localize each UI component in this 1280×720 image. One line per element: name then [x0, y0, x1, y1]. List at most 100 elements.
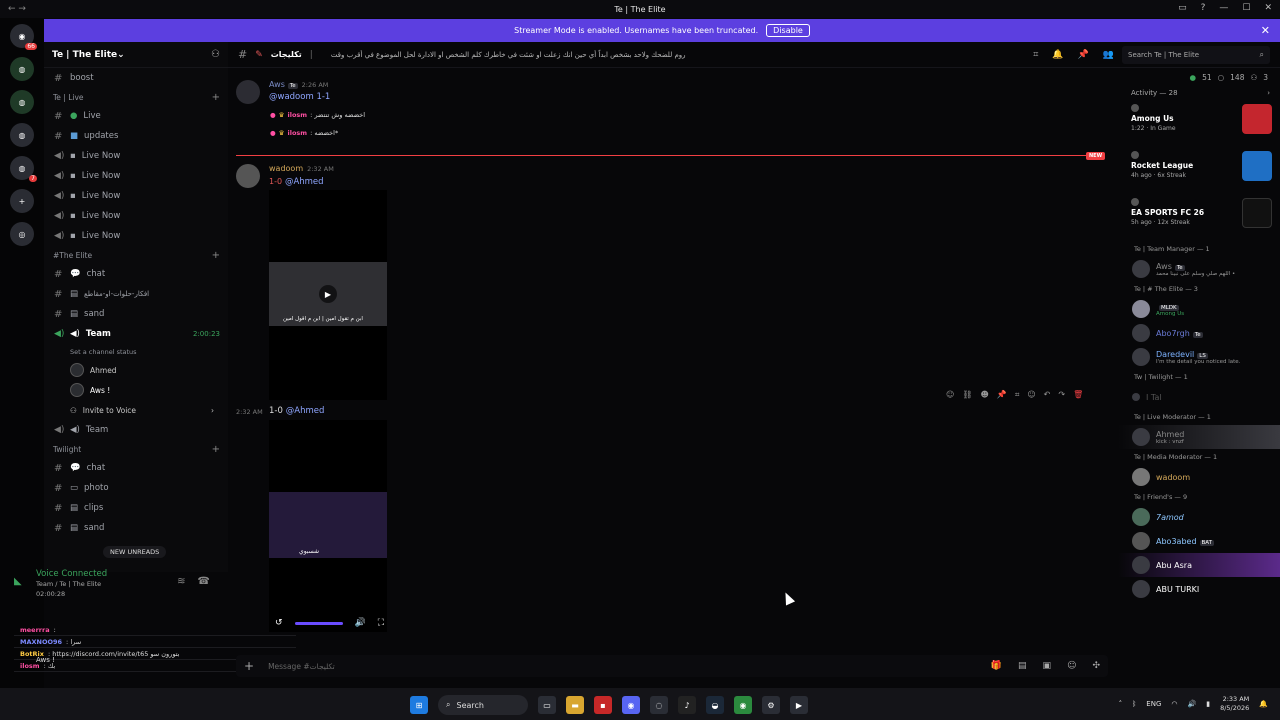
discord-home-icon[interactable]: ◉ 66 — [10, 24, 37, 50]
battery-icon[interactable]: ▮ — [1206, 700, 1210, 708]
link-icon[interactable]: ⛓ — [962, 390, 972, 404]
channel-boost[interactable]: # boost — [44, 68, 228, 88]
video-attachment[interactable]: ▶ ابن م تقول امين | ابن م اقول امين — [269, 190, 387, 400]
voice-user[interactable]: Aws ! — [44, 380, 228, 400]
channel-status[interactable]: Set a channel status — [44, 344, 228, 360]
search-input[interactable]: Search Te | The Elite ⌕ — [1122, 45, 1270, 64]
chevron-up-icon[interactable]: ˄ — [1119, 700, 1123, 708]
category-elite[interactable]: #The Elite + — [44, 246, 228, 264]
volume-icon[interactable]: 🔊 — [1188, 700, 1197, 708]
help-icon[interactable]: ? — [1201, 3, 1206, 13]
member[interactable]: Ahmed kick : vnzf — [1118, 425, 1280, 449]
wifi-icon[interactable]: ◠ — [1171, 700, 1177, 708]
tiktok-icon[interactable]: ♪ — [678, 696, 696, 714]
fullscreen-icon[interactable]: ⛶ — [378, 618, 384, 628]
gift-icon[interactable]: 🎁 — [991, 661, 1002, 671]
avatar[interactable] — [236, 164, 260, 188]
message-author[interactable]: wadoom — [269, 164, 303, 173]
app-icon[interactable]: ▪ — [594, 696, 612, 714]
add-channel-icon[interactable]: + — [212, 444, 220, 455]
react-icon[interactable]: ☻ — [981, 390, 989, 404]
banner-close-icon[interactable]: ✕ — [1261, 24, 1270, 37]
channel-chat[interactable]: # 💬 chat — [44, 264, 228, 284]
clock[interactable]: 2:33 AM 8/5/2026 — [1220, 695, 1249, 713]
server-icon[interactable]: ◍ 7 — [10, 156, 37, 182]
noise-suppression-icon[interactable]: ≋ — [177, 576, 185, 587]
explore-icon[interactable]: ◎ — [10, 222, 34, 246]
channel-clips[interactable]: # ▤ clips — [44, 498, 228, 518]
new-unreads-badge[interactable]: NEW UNREADS — [103, 546, 167, 558]
apps-icon[interactable]: ✣ — [1092, 661, 1100, 671]
message-author[interactable]: Aws — [269, 80, 285, 89]
inbox-icon[interactable]: ▭ — [1178, 3, 1187, 13]
settings-icon[interactable]: ⚙ — [762, 696, 780, 714]
sticker-icon[interactable]: ▣ — [1043, 661, 1052, 671]
invite-icon[interactable]: ⚇ — [211, 49, 220, 60]
thread-icon[interactable]: ⌗ — [1015, 390, 1020, 404]
add-attachment-icon[interactable]: + — [244, 659, 254, 673]
reply-icon[interactable]: ↶ — [1044, 390, 1051, 404]
volume-icon[interactable]: 🔊 — [355, 618, 366, 628]
avatar[interactable] — [236, 80, 260, 104]
chrome-icon[interactable]: ◉ — [734, 696, 752, 714]
voice-channel-path[interactable]: Team / Te | The Elite — [36, 580, 101, 588]
member[interactable]: wadoom — [1118, 465, 1280, 489]
member[interactable]: Abu Asra — [1118, 553, 1280, 577]
disable-button[interactable]: Disable — [766, 24, 810, 37]
member[interactable]: Abo7rgh Te — [1118, 321, 1280, 345]
voice-team-2[interactable]: ◀) ◀) Team — [44, 420, 228, 440]
member[interactable]: 7amod — [1118, 505, 1280, 529]
activity-header[interactable]: Activity — 28 › — [1118, 86, 1280, 100]
add-server-icon[interactable]: + — [10, 189, 34, 213]
category-live[interactable]: Te | Live + — [44, 88, 228, 106]
signal-icon[interactable]: ◣ — [14, 576, 22, 587]
voice-live-now[interactable]: ◀) ▪ Live Now — [44, 226, 228, 246]
add-channel-icon[interactable]: + — [212, 250, 220, 261]
server-icon[interactable]: ◍ — [10, 90, 34, 114]
mention[interactable]: @Ahmed — [286, 406, 325, 416]
channel-chat-2[interactable]: # 💬 chat — [44, 458, 228, 478]
invite-to-voice[interactable]: ⚇ Invite to Voice › — [44, 400, 228, 420]
member[interactable]: I Tal — [1118, 385, 1280, 409]
member[interactable]: ABU TURKI — [1118, 577, 1280, 601]
minimize-icon[interactable]: — — [1219, 3, 1228, 13]
member[interactable]: Abo3abed BAT — [1118, 529, 1280, 553]
member[interactable]: Daredevil LS I'm the detail you noticed la… — [1118, 345, 1280, 369]
members-icon[interactable]: 👥 — [1103, 50, 1114, 60]
play-icon[interactable]: ▶ — [319, 285, 337, 303]
maximize-icon[interactable]: ☐ — [1242, 3, 1250, 13]
member[interactable]: Aws Te اللهم صلي وسلم على نبينا محمد • — [1118, 257, 1280, 281]
voice-user[interactable]: Ahmed — [44, 360, 228, 380]
channel-sand-2[interactable]: # ▤ sand — [44, 518, 228, 538]
voice-team[interactable]: ◀) ◀) Team 2:00:23 — [44, 324, 228, 344]
voice-live-now[interactable]: ◀) ▪ Live Now — [44, 186, 228, 206]
activity-card[interactable]: EA SPORTS FC 26 5h ago · 12x Streak — [1118, 194, 1280, 241]
emoji-icon[interactable]: ☺ — [1027, 390, 1035, 404]
category-twilight[interactable]: Twilight + — [44, 440, 228, 458]
channel-sand[interactable]: # ▤ sand — [44, 304, 228, 324]
forward-icon[interactable]: ↷ — [1058, 390, 1065, 404]
file-explorer-icon[interactable]: ▬ — [566, 696, 584, 714]
volume-slider[interactable] — [294, 621, 343, 625]
disconnect-icon[interactable]: ☎ — [198, 576, 210, 587]
close-icon[interactable]: ✕ — [1264, 3, 1272, 13]
voice-live-now[interactable]: ◀) ▪ Live Now — [44, 146, 228, 166]
activity-card[interactable]: Rocket League 4h ago · 6x Streak — [1118, 147, 1280, 194]
voice-live-now[interactable]: ◀) ▪ Live Now — [44, 206, 228, 226]
channel-live[interactable]: # ● Live — [44, 106, 228, 126]
mention[interactable]: @Ahmed — [285, 177, 324, 187]
steam-icon[interactable]: ◒ — [706, 696, 724, 714]
media-player-icon[interactable]: ▶ — [790, 696, 808, 714]
voice-live-now[interactable]: ◀) ▪ Live Now — [44, 166, 228, 186]
notifications-icon[interactable]: 🔔 — [1259, 700, 1268, 708]
bluetooth-icon[interactable]: ᛒ — [1132, 700, 1136, 708]
server-header[interactable]: Te | The Elite ⌄ ⚇ — [44, 42, 228, 68]
app-icon[interactable]: ◌ — [650, 696, 668, 714]
task-view-icon[interactable]: ▭ — [538, 696, 556, 714]
discord-icon[interactable]: ◉ — [622, 696, 640, 714]
server-icon[interactable]: ◍ — [10, 123, 34, 147]
replay-icon[interactable]: ↺ — [275, 618, 283, 628]
start-icon[interactable]: ⊞ — [410, 696, 428, 714]
server-icon[interactable]: ◍ — [10, 57, 34, 81]
channel-photo[interactable]: # ▭ photo — [44, 478, 228, 498]
